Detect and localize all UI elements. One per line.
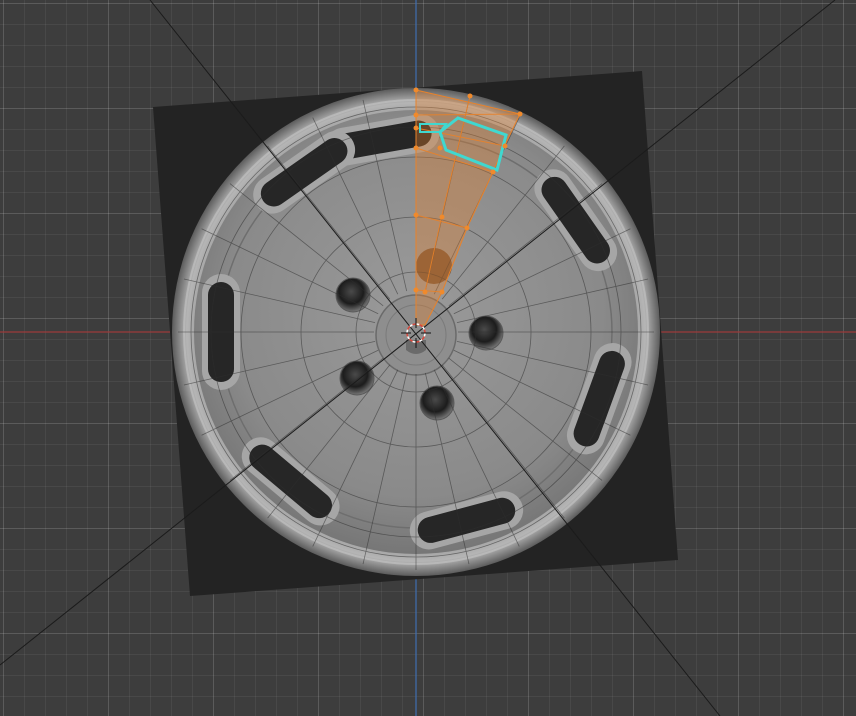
mesh-vertex-icon[interactable] bbox=[413, 212, 419, 218]
mesh-vertex-icon[interactable] bbox=[439, 289, 445, 295]
mesh-vertex-icon[interactable] bbox=[413, 145, 419, 151]
lug-hole bbox=[335, 277, 371, 313]
mesh-vertex-icon[interactable] bbox=[413, 287, 419, 293]
mesh-vertex-icon[interactable] bbox=[464, 225, 470, 231]
mesh-vertex-icon[interactable] bbox=[437, 145, 443, 151]
mesh-vertex-icon[interactable] bbox=[439, 214, 445, 220]
mesh-vertex-icon[interactable] bbox=[490, 169, 496, 175]
mesh-vertex-icon[interactable] bbox=[422, 289, 428, 295]
viewport-scene[interactable] bbox=[0, 0, 856, 716]
mesh-vertex-icon[interactable] bbox=[467, 93, 473, 99]
mesh-vertex-icon[interactable] bbox=[502, 143, 508, 149]
mesh-vertex-icon[interactable] bbox=[413, 112, 419, 118]
mesh-vertex-icon[interactable] bbox=[413, 87, 419, 93]
mesh-vertex-icon[interactable] bbox=[413, 125, 419, 131]
mesh-vertex-icon[interactable] bbox=[517, 111, 523, 117]
3d-viewport[interactable] bbox=[0, 0, 856, 716]
